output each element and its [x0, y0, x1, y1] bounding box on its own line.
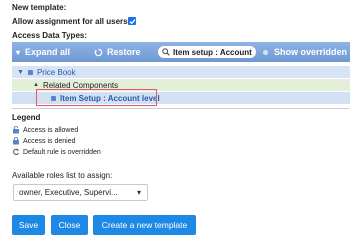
- collapse-arrow-icon[interactable]: ▼: [17, 69, 24, 76]
- tree-row-price-book[interactable]: ▼ Price Book: [12, 66, 350, 78]
- show-overridden-label: Show overridden: [274, 47, 348, 57]
- tree-row-label: Price Book: [36, 67, 76, 77]
- create-template-button[interactable]: Create a new template: [93, 215, 196, 235]
- legend-overridden-label: Default rule is overridden: [23, 148, 101, 156]
- toggle-dot-icon: [263, 49, 268, 55]
- override-icon: [12, 148, 20, 156]
- expand-icon: ▾: [16, 47, 21, 57]
- search-icon: [162, 48, 170, 56]
- restore-label: Restore: [107, 47, 141, 57]
- allow-assignment-checkbox[interactable]: [128, 17, 136, 25]
- check-icon: [129, 18, 135, 24]
- legend-denied-label: Access is denied: [23, 137, 76, 145]
- restore-button[interactable]: Restore: [94, 42, 141, 62]
- legend-denied: Access is denied: [12, 136, 76, 145]
- divider: [12, 108, 350, 109]
- save-button[interactable]: Save: [12, 215, 45, 235]
- highlight-frame: [36, 89, 157, 106]
- search-value: Item setup : Account: [173, 47, 252, 57]
- access-denied-icon: [12, 136, 20, 145]
- legend-allowed-label: Access is allowed: [23, 126, 79, 134]
- roles-select[interactable]: owner, Executive, Supervi... ▾: [13, 184, 148, 201]
- show-overridden-toggle[interactable]: Show overridden: [263, 42, 347, 62]
- restore-icon: [94, 48, 103, 56]
- chevron-down-icon: ▾: [136, 188, 141, 197]
- roles-select-value: owner, Executive, Supervi...: [19, 188, 118, 197]
- roles-label: Available roles list to assign:: [12, 171, 113, 180]
- legend-title: Legend: [12, 113, 41, 122]
- expand-all-label: Expand all: [25, 47, 71, 57]
- access-allowed-icon: [12, 125, 20, 134]
- page-title: New template:: [12, 3, 67, 12]
- lock-icon: [27, 69, 33, 75]
- close-button[interactable]: Close: [51, 215, 88, 235]
- search-field[interactable]: Item setup : Account: [158, 46, 256, 58]
- expand-all-button[interactable]: ▾ Expand all: [16, 42, 70, 62]
- access-data-types-label: Access Data Types:: [12, 31, 87, 40]
- legend-overridden: Default rule is overridden: [12, 148, 101, 156]
- access-toolbar: ▾ Expand all Restore Item setup : Accoun…: [12, 42, 350, 62]
- legend-allowed: Access is allowed: [12, 125, 79, 134]
- collapse-arrow-icon[interactable]: ▲: [33, 82, 39, 88]
- allow-assignment-label: Allow assignment for all users:: [12, 17, 131, 26]
